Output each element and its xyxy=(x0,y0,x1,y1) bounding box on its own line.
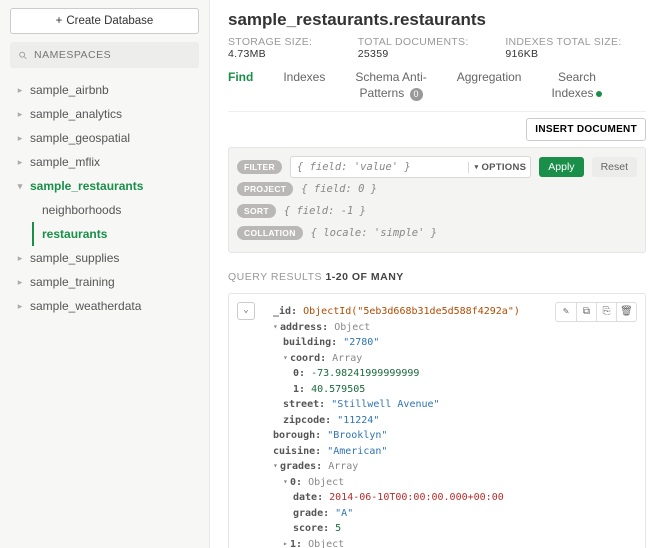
sidebar-item-sample_airbnb[interactable]: ▸ sample_airbnb xyxy=(10,78,199,102)
sidebar-item-sample_geospatial[interactable]: ▸ sample_geospatial xyxy=(10,126,199,150)
tab-indexes[interactable]: Indexes xyxy=(283,70,325,101)
collapse-toggle[interactable]: ⌄ xyxy=(237,302,255,320)
collation-pill: COLLATION xyxy=(237,226,303,240)
page-title: sample_restaurants.restaurants xyxy=(228,10,646,30)
caret-right-icon: ▸ xyxy=(14,301,26,312)
namespaces-search[interactable] xyxy=(10,42,199,68)
query-results-header: QUERY RESULTS 1-20 OF MANY xyxy=(228,271,646,283)
caret-down-icon: ▾ xyxy=(14,181,26,192)
document-body: _id: ObjectId("5eb3d668b31de5d588f4292a"… xyxy=(273,304,635,548)
options-toggle[interactable]: ▾OPTIONS xyxy=(468,162,527,173)
edit-icon[interactable]: ✎ xyxy=(556,303,576,321)
sidebar-item-sample_restaurants[interactable]: ▾ sample_restaurants xyxy=(10,174,199,198)
sidebar-item-label: sample_restaurants xyxy=(30,179,143,193)
chevron-down-icon: ⌄ xyxy=(243,304,248,318)
copy-icon[interactable]: ⧉ xyxy=(576,303,596,321)
caret-right-icon: ▸ xyxy=(14,109,26,120)
caret-right-icon: ▸ xyxy=(14,85,26,96)
caret-right-icon: ▸ xyxy=(14,157,26,168)
namespace-tree: ▸ sample_airbnb ▸ sample_analytics ▸ sample_g… xyxy=(10,78,199,318)
apply-button[interactable]: Apply xyxy=(539,157,583,177)
sidebar-item-label: sample_airbnb xyxy=(30,83,109,97)
query-builder: FILTER { field: 'value' } ▾OPTIONS Apply… xyxy=(228,147,646,253)
tab-aggregation[interactable]: Aggregation xyxy=(457,70,522,101)
sidebar-collection-restaurants[interactable]: restaurants xyxy=(32,222,199,246)
sidebar-item-label: sample_supplies xyxy=(30,251,119,265)
caret-right-icon: ▸ xyxy=(14,253,26,264)
delete-icon[interactable]: 🗑 xyxy=(616,303,636,321)
create-database-button[interactable]: + Create Database xyxy=(10,8,199,34)
tabs: Find Indexes Schema Anti- Patterns 0 Agg… xyxy=(228,70,646,112)
sidebar-collection-neighborhoods[interactable]: neighborhoods xyxy=(34,198,199,222)
caret-right-icon: ▸ xyxy=(14,277,26,288)
sidebar-item-sample_supplies[interactable]: ▸ sample_supplies xyxy=(10,246,199,270)
filter-pill: FILTER xyxy=(237,160,282,174)
sort-input[interactable]: { field: -1 } xyxy=(284,205,366,217)
sidebar-item-sample_mflix[interactable]: ▸ sample_mflix xyxy=(10,150,199,174)
tab-search-indexes[interactable]: Search Indexes xyxy=(551,70,602,101)
tab-find[interactable]: Find xyxy=(228,70,253,101)
sidebar-item-label: sample_training xyxy=(30,275,115,289)
caret-right-icon: ▸ xyxy=(14,133,26,144)
sidebar-item-sample_training[interactable]: ▸ sample_training xyxy=(10,270,199,294)
document-card: ⌄ ✎ ⧉ ⎘ 🗑 _id: ObjectId("5eb3d668b31de5d… xyxy=(228,293,646,548)
clone-icon[interactable]: ⎘ xyxy=(596,303,616,321)
sidebar: + Create Database ▸ sample_airbnb ▸ sample_… xyxy=(0,0,210,548)
status-dot-icon xyxy=(596,91,602,97)
reset-button[interactable]: Reset xyxy=(592,157,637,177)
tab-schema-anti-patterns[interactable]: Schema Anti- Patterns 0 xyxy=(355,70,426,101)
document-actions: ✎ ⧉ ⎘ 🗑 xyxy=(555,302,637,322)
sidebar-item-label: sample_analytics xyxy=(30,107,122,121)
sidebar-item-label: sample_mflix xyxy=(30,155,100,169)
create-database-label: Create Database xyxy=(66,15,153,27)
sidebar-item-label: sample_weatherdata xyxy=(30,299,141,313)
namespaces-search-input[interactable] xyxy=(34,49,191,61)
project-input[interactable]: { field: 0 } xyxy=(301,183,377,195)
project-pill: PROJECT xyxy=(237,182,293,196)
plus-icon: + xyxy=(56,15,63,27)
insert-document-button[interactable]: INSERT DOCUMENT xyxy=(526,118,646,141)
main-panel: sample_restaurants.restaurants STORAGE S… xyxy=(210,0,660,548)
sort-pill: SORT xyxy=(237,204,276,218)
schema-badge: 0 xyxy=(410,88,423,101)
sidebar-item-sample_weatherdata[interactable]: ▸ sample_weatherdata xyxy=(10,294,199,318)
sidebar-item-label: sample_geospatial xyxy=(30,131,130,145)
filter-input[interactable]: { field: 'value' } ▾OPTIONS xyxy=(290,156,531,178)
search-icon xyxy=(18,50,28,61)
collation-input[interactable]: { locale: 'simple' } xyxy=(311,227,437,239)
collection-stats: STORAGE SIZE: 4.73MB TOTAL DOCUMENTS: 25… xyxy=(228,36,646,60)
sidebar-item-sample_analytics[interactable]: ▸ sample_analytics xyxy=(10,102,199,126)
